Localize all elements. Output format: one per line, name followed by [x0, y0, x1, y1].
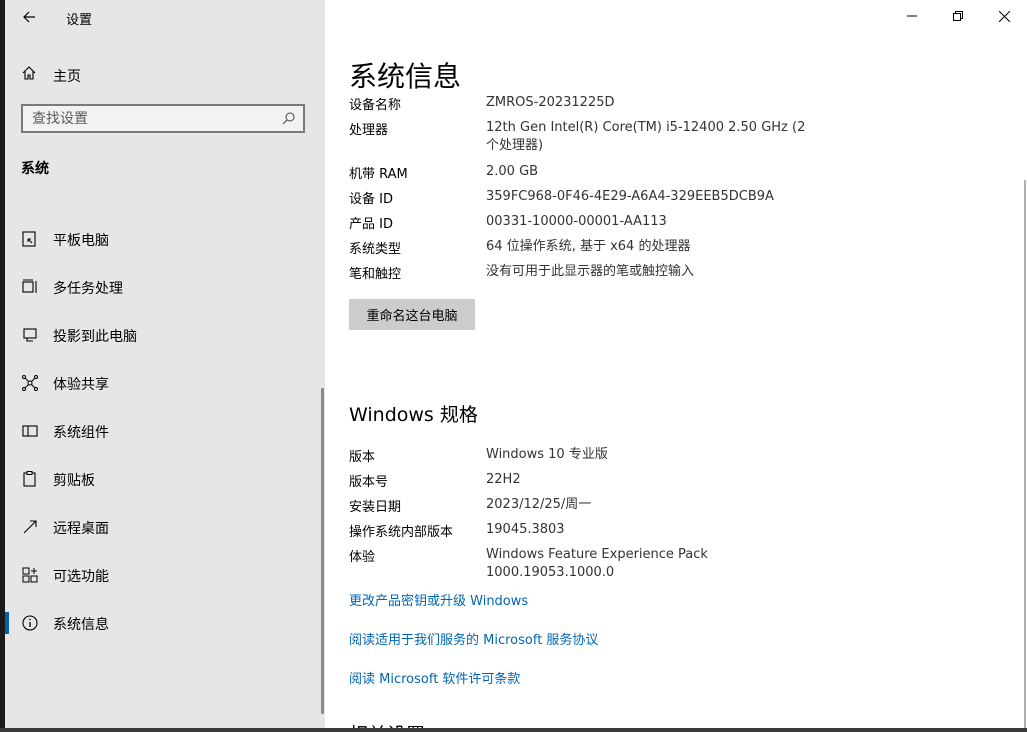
sidebar-item-label: 远程桌面	[53, 521, 109, 537]
info-icon	[22, 615, 38, 631]
spec-key: 设备名称	[349, 98, 402, 113]
back-button[interactable]	[15, 5, 43, 29]
components-icon	[22, 425, 38, 437]
spec-key: 机带 RAM	[349, 167, 408, 182]
spec-value: 00331-10000-00001-AA113	[486, 214, 667, 229]
sidebar-item-components[interactable]: 系统组件	[5, 414, 325, 448]
spec-value: Windows Feature Experience Pack 1000.190…	[486, 547, 708, 580]
spec-key: 设备 ID	[349, 192, 393, 207]
shared-experience-icon	[22, 375, 38, 391]
restore-icon	[953, 11, 963, 21]
sidebar-item-label: 体验共享	[53, 377, 109, 393]
sidebar-item-label: 剪贴板	[53, 473, 95, 489]
main-scrollbar[interactable]	[1024, 180, 1026, 732]
spec-value: Windows 10 专业版	[486, 447, 608, 462]
sidebar-item-remote-desktop[interactable]: 远程桌面	[5, 510, 325, 544]
spec-value: ZMROS-20231225D	[486, 95, 615, 110]
spec-value: 359FC968-0F46-4E29-A6A4-329EEB5DCB9A	[486, 189, 774, 204]
spec-value: 19045.3803	[486, 522, 565, 537]
spec-value: 64 位操作系统, 基于 x64 的处理器	[486, 239, 691, 254]
multitasking-icon	[22, 279, 37, 293]
settings-window: 设置 主页 系统 平板电脑 多任务处理 投影到此电脑	[0, 0, 1027, 732]
windows-spec-title: Windows 规格	[349, 404, 478, 426]
sidebar-item-label: 平板电脑	[53, 233, 109, 249]
sidebar-item-tablet[interactable]: 平板电脑	[5, 222, 325, 256]
optional-features-icon	[22, 567, 38, 583]
sidebar-item-label: 系统信息	[53, 617, 109, 633]
active-indicator	[5, 612, 9, 634]
remote-desktop-icon	[23, 520, 37, 534]
services-agreement-link[interactable]: 阅读适用于我们服务的 Microsoft 服务协议	[349, 629, 598, 648]
sidebar-item-multitasking[interactable]: 多任务处理	[5, 270, 325, 304]
nav-home[interactable]: 主页	[5, 60, 325, 88]
project-icon	[23, 328, 37, 342]
sidebar-item-label: 系统组件	[53, 425, 109, 441]
sidebar-item-label: 可选功能	[53, 569, 109, 585]
spec-value: 没有可用于此显示器的笔或触控输入	[486, 264, 695, 279]
search-box[interactable]	[21, 104, 305, 133]
spec-key: 版本号	[349, 475, 389, 490]
sidebar-header: 设置	[5, 0, 325, 34]
taskbar-edge	[0, 728, 1027, 732]
minimize-button[interactable]	[889, 0, 935, 32]
nav-home-label: 主页	[53, 69, 81, 85]
spec-key: 产品 ID	[349, 217, 393, 232]
search-icon[interactable]	[282, 112, 295, 125]
clipboard-icon	[23, 471, 36, 487]
back-arrow-icon	[23, 11, 35, 23]
sidebar-item-project[interactable]: 投影到此电脑	[5, 318, 325, 352]
spec-key: 体验	[349, 550, 376, 565]
spec-value: 12th Gen Intel(R) Core(TM) i5-12400 2.50…	[486, 120, 806, 153]
restore-button[interactable]	[935, 0, 981, 32]
sidebar-item-optional-features[interactable]: 可选功能	[5, 558, 325, 592]
main-content: 系统信息 设备名称 ZMROS-20231225D 处理器 12th Gen Int…	[325, 0, 1027, 732]
sidebar-item-label: 投影到此电脑	[53, 329, 137, 345]
change-product-key-link[interactable]: 更改产品密钥或升级 Windows	[349, 590, 528, 609]
spec-value: 22H2	[486, 472, 521, 487]
sidebar-item-about[interactable]: 系统信息	[5, 606, 325, 640]
sidebar-item-label: 多任务处理	[53, 281, 123, 297]
rename-pc-button[interactable]: 重命名这台电脑	[349, 299, 475, 330]
spec-key: 处理器	[349, 123, 389, 138]
sidebar-item-shared-experience[interactable]: 体验共享	[5, 366, 325, 400]
home-icon	[22, 66, 36, 80]
sidebar-item-clipboard[interactable]: 剪贴板	[5, 462, 325, 496]
spec-key: 安装日期	[349, 500, 402, 515]
tablet-icon	[22, 231, 36, 247]
spec-value: 2.00 GB	[486, 164, 539, 179]
minimize-icon	[907, 15, 917, 17]
spec-value: 2023/12/25/周一	[486, 497, 592, 512]
spec-key: 系统类型	[349, 242, 402, 257]
app-title: 设置	[66, 13, 93, 28]
sidebar-scrollbar[interactable]	[321, 388, 324, 714]
spec-key: 笔和触控	[349, 267, 402, 282]
section-title: 系统	[21, 161, 49, 177]
close-button[interactable]	[981, 0, 1027, 32]
license-terms-link[interactable]: 阅读 Microsoft 软件许可条款	[349, 668, 520, 687]
spec-key: 版本	[349, 450, 376, 465]
window-controls	[889, 0, 1027, 32]
spec-key: 操作系统内部版本	[349, 525, 454, 540]
close-icon	[998, 10, 1010, 22]
sidebar: 设置 主页 系统 平板电脑 多任务处理 投影到此电脑	[5, 0, 325, 732]
search-input[interactable]	[32, 110, 272, 128]
page-title: 系统信息	[349, 60, 462, 93]
